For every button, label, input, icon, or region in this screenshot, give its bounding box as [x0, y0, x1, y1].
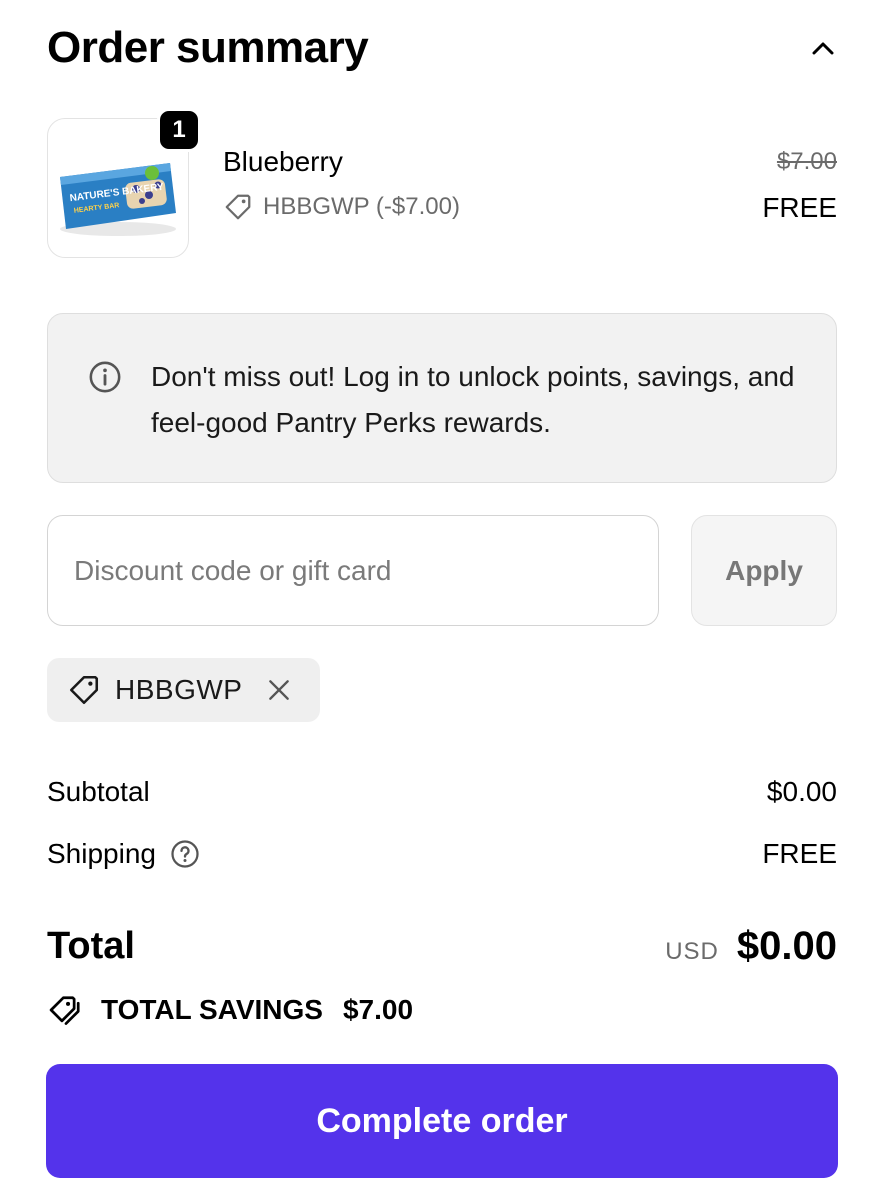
complete-order-button[interactable]: Complete order — [46, 1064, 838, 1178]
original-price: $7.00 — [776, 148, 837, 175]
applied-code-pill: HBBGWP — [47, 658, 320, 722]
item-name: Blueberry — [223, 146, 343, 177]
total-row: Total USD $0.00 — [47, 918, 837, 974]
total-savings: TOTAL SAVINGS $7.00 — [47, 988, 413, 1032]
info-icon — [89, 361, 121, 393]
login-notice: Don't miss out! Log in to unlock points,… — [47, 313, 837, 483]
shipping-row: Shipping FREE — [47, 834, 837, 874]
final-price: FREE — [762, 192, 837, 223]
total-value: $0.00 — [736, 923, 837, 968]
shipping-label: Shipping — [47, 838, 156, 869]
total-label: Total — [47, 924, 135, 967]
savings-value: $7.00 — [342, 994, 414, 1025]
apply-button[interactable]: Apply — [691, 515, 837, 626]
notice-text: Don't miss out! Log in to unlock points,… — [151, 361, 795, 438]
tag-icon — [225, 194, 251, 220]
applied-code: HBBGWP — [115, 674, 243, 705]
discount-code-input[interactable] — [47, 515, 659, 626]
shipping-value: FREE — [762, 838, 837, 869]
tags-icon — [49, 996, 80, 1025]
help-icon[interactable] — [170, 839, 200, 869]
remove-code-close-icon[interactable] — [266, 677, 292, 703]
subtotal-label: Subtotal — [47, 776, 150, 807]
subtotal-value: $0.00 — [766, 776, 837, 807]
tag-icon — [69, 675, 99, 705]
order-summary-header[interactable]: Order summary — [47, 22, 837, 74]
savings-label: TOTAL SAVINGS — [101, 994, 323, 1025]
quantity-badge: 1 — [157, 108, 201, 152]
chevron-up-icon[interactable] — [809, 34, 837, 62]
subtotal-row: Subtotal $0.00 — [47, 772, 837, 812]
item-discount: HBBGWP (-$7.00) — [223, 192, 460, 222]
line-item: NATURE'S BAKERY HEARTY BAR 1 Blueberry H… — [47, 108, 837, 258]
page-title: Order summary — [47, 23, 369, 72]
currency-code: USD — [665, 937, 719, 965]
item-discount-label: HBBGWP (-$7.00) — [263, 193, 460, 220]
